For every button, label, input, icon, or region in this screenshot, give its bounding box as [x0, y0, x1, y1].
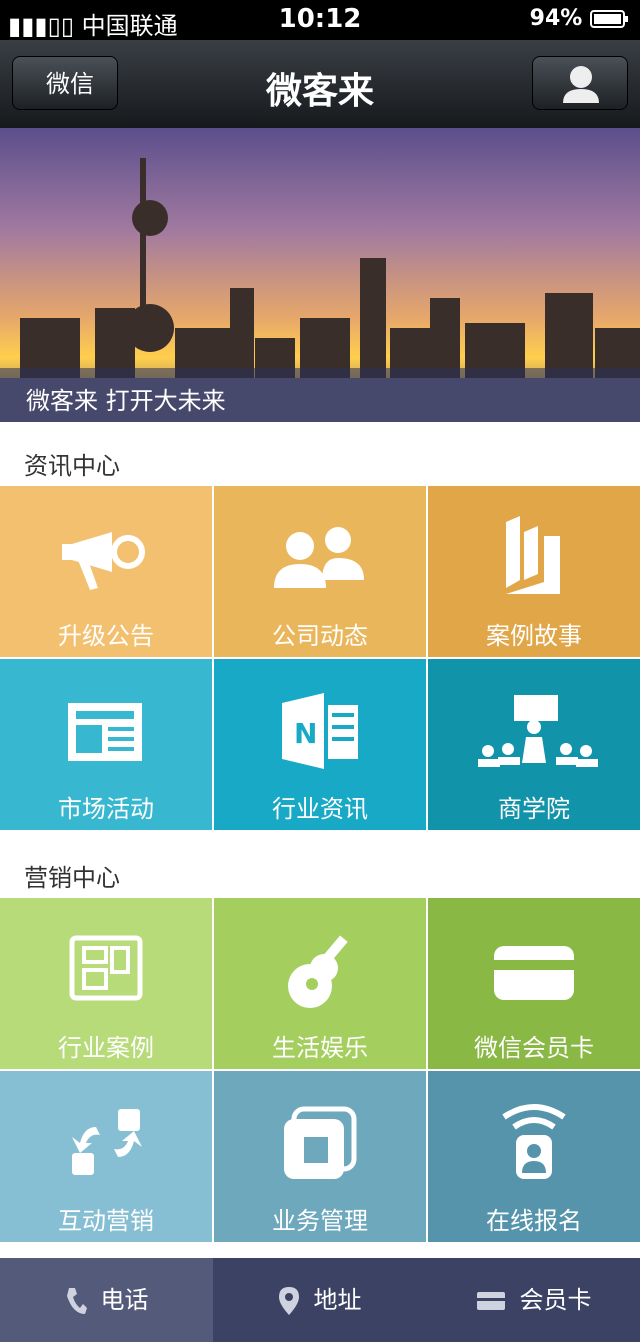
tile-industry-news[interactable]: N 行业资讯 [214, 659, 426, 830]
tile-label: 市场活动 [58, 795, 154, 823]
tile-label: 微信会员卡 [474, 1034, 594, 1062]
section-title-marketing: 营销中心 [24, 864, 120, 892]
banner-carousel[interactable]: 微客来 打开大未来 [0, 128, 640, 422]
tile-label: 生活娱乐 [272, 1034, 368, 1062]
people-icon [274, 527, 364, 588]
tab-member-card-label: 会员卡 [519, 1286, 592, 1314]
tile-online-signup[interactable]: 在线报名 [428, 1071, 640, 1242]
case-icon [69, 935, 143, 1001]
tile-label: 升级公告 [58, 622, 154, 650]
newspaper-icon [68, 703, 142, 761]
classroom-icon [478, 695, 598, 767]
tile-label: 行业案例 [58, 1034, 154, 1062]
status-right: 94% [530, 6, 630, 31]
bottom-tab-bar: 电话 地址 会员卡 [0, 1258, 640, 1342]
banner-caption-bar: 微客来 打开大未来 [0, 368, 640, 422]
tile-wechat-member-card[interactable]: 微信会员卡 [428, 898, 640, 1069]
tab-address[interactable]: 地址 [213, 1258, 426, 1342]
tile-interactive-marketing[interactable]: 互动营销 [0, 1071, 212, 1242]
banner-caption: 微客来 打开大未来 [26, 387, 226, 415]
location-pin-icon [278, 1287, 299, 1315]
tab-address-label: 地址 [313, 1286, 362, 1314]
tile-label: 公司动态 [272, 622, 368, 650]
svg-text:N: N [294, 717, 317, 750]
tile-upgrade-notice[interactable]: 升级公告 [0, 486, 212, 657]
tile-label: 互动营销 [58, 1207, 154, 1235]
tile-company-news[interactable]: 公司动态 [214, 486, 426, 657]
tile-business-school[interactable]: 商学院 [428, 659, 640, 830]
folders-icon [284, 1106, 357, 1179]
nav-bar: 微信 微客来 [0, 40, 640, 129]
tab-phone-label: 电话 [100, 1286, 149, 1314]
book-icon [506, 516, 560, 594]
tile-label: 业务管理 [272, 1207, 368, 1235]
tab-phone[interactable]: 电话 [0, 1258, 213, 1342]
tile-label: 行业资讯 [272, 795, 368, 823]
battery-icon [590, 10, 628, 28]
tile-life-entertainment[interactable]: 生活娱乐 [214, 898, 426, 1069]
member-card-icon [476, 1292, 505, 1310]
tab-member-card[interactable]: 会员卡 [427, 1258, 640, 1342]
note-icon: N [282, 693, 358, 769]
battery-percent: 94% [529, 6, 583, 31]
tile-label: 商学院 [498, 795, 570, 823]
phone-icon [66, 1288, 87, 1314]
megaphone-icon [62, 532, 145, 590]
profile-button[interactable] [532, 56, 628, 110]
status-bar: ▮▮▮▯▯ 中国联通 10:12 94% [0, 0, 640, 40]
guitar-icon [288, 935, 348, 1008]
tile-case-stories[interactable]: 案例故事 [428, 486, 640, 657]
card-icon [494, 946, 574, 1000]
tile-market-events[interactable]: 市场活动 [0, 659, 212, 830]
tile-business-management[interactable]: 业务管理 [214, 1071, 426, 1242]
tile-industry-cases[interactable]: 行业案例 [0, 898, 212, 1069]
user-icon [563, 66, 599, 103]
interaction-icon [72, 1109, 142, 1175]
signup-icon [502, 1104, 566, 1179]
section-title-news: 资讯中心 [24, 452, 120, 480]
tile-label: 在线报名 [486, 1207, 582, 1235]
tile-label: 案例故事 [486, 622, 582, 650]
